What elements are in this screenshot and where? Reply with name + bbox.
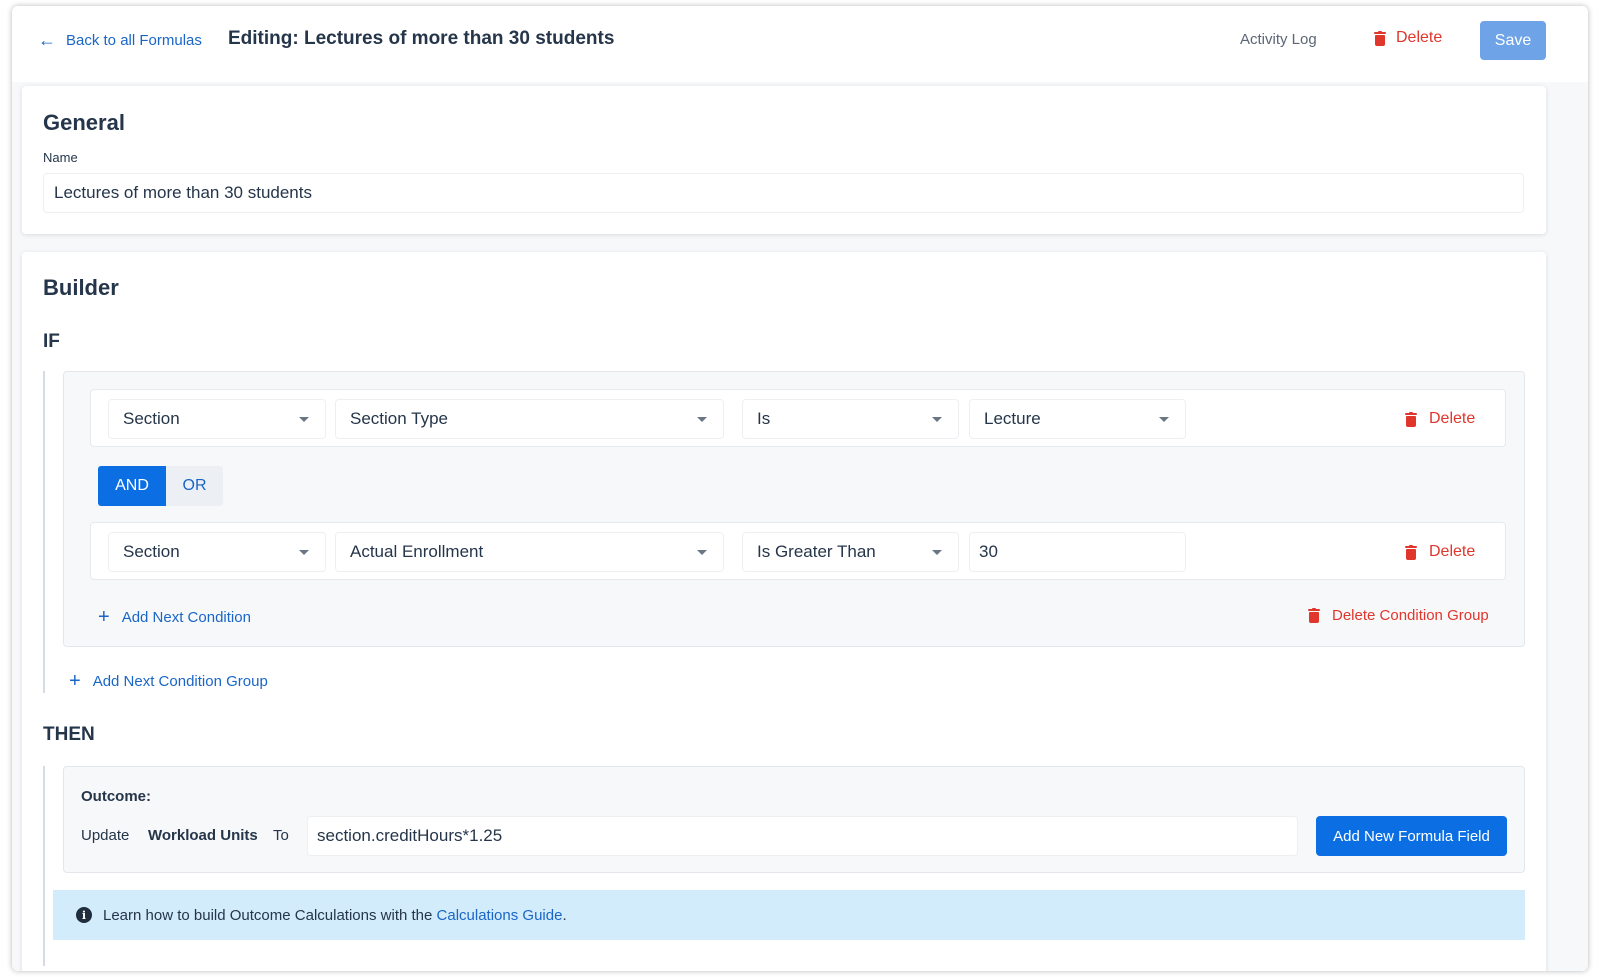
info-icon: i xyxy=(76,907,92,923)
save-button[interactable]: Save xyxy=(1480,21,1546,60)
delete-condition-button[interactable]: Delete xyxy=(1405,410,1475,428)
delete-condition-group-button[interactable]: Delete Condition Group xyxy=(1308,607,1489,624)
info-suffix: . xyxy=(562,906,567,924)
plus-icon: + xyxy=(69,670,81,692)
delete-label: Delete xyxy=(1429,410,1476,427)
back-to-formulas-link[interactable]: ← Back to all Formulas xyxy=(38,31,202,49)
info-text: Learn how to build Outcome Calculations … xyxy=(103,907,567,924)
if-rail xyxy=(43,371,45,693)
info-banner: i Learn how to build Outcome Calculation… xyxy=(53,890,1525,940)
value-select[interactable]: Lecture xyxy=(969,399,1186,439)
name-label: Name xyxy=(43,150,78,165)
field-select[interactable]: Section Type xyxy=(335,399,724,439)
outcome-title: Outcome: xyxy=(81,788,152,805)
caret-down-icon xyxy=(932,550,942,555)
caret-down-icon xyxy=(697,550,707,555)
field-select[interactable]: Actual Enrollment xyxy=(335,532,724,572)
header-bar: ← Back to all Formulas Editing: Lectures… xyxy=(12,6,1588,82)
then-label: THEN xyxy=(43,724,95,745)
or-toggle-button[interactable]: OR xyxy=(166,466,223,506)
update-label: Update xyxy=(81,827,130,844)
outcome-target: Workload Units xyxy=(148,827,258,844)
name-input[interactable]: Lectures of more than 30 students xyxy=(43,173,1524,213)
general-heading: General xyxy=(43,110,125,135)
caret-down-icon xyxy=(299,550,309,555)
operator-select[interactable]: Is xyxy=(742,399,959,439)
add-condition-label: Add Next Condition xyxy=(121,608,251,626)
if-label: IF xyxy=(43,331,60,352)
trash-icon xyxy=(1374,30,1386,46)
delete-formula-button[interactable]: Delete xyxy=(1374,29,1442,47)
condition-row: Section Actual Enrollment Is Greater Tha… xyxy=(90,522,1506,580)
field-value: Actual Enrollment xyxy=(350,542,484,561)
arrow-left-icon: ← xyxy=(38,30,56,50)
add-new-formula-field-button[interactable]: Add New Formula Field xyxy=(1316,816,1507,856)
add-next-condition-group-button[interactable]: + Add Next Condition Group xyxy=(69,671,268,691)
entity-select[interactable]: Section xyxy=(108,399,326,439)
value-input[interactable]: 30 xyxy=(969,532,1186,572)
delete-label: Delete xyxy=(1396,29,1443,46)
caret-down-icon xyxy=(697,417,707,422)
calculations-guide-link[interactable]: Calculations Guide xyxy=(437,907,563,924)
condition-row: Section Section Type Is Lecture Delete xyxy=(90,389,1506,447)
trash-icon xyxy=(1405,544,1417,560)
entity-value: Section xyxy=(123,542,180,561)
builder-heading: Builder xyxy=(43,275,119,300)
entity-value: Section xyxy=(123,409,180,428)
operator-value: Is Greater Than xyxy=(757,542,876,561)
trash-icon xyxy=(1405,411,1417,427)
then-rail xyxy=(43,766,45,966)
caret-down-icon xyxy=(932,417,942,422)
page-title: Editing: Lectures of more than 30 studen… xyxy=(228,28,615,49)
condition-group: Section Section Type Is Lecture Delete A… xyxy=(63,371,1525,647)
app-window: ← Back to all Formulas Editing: Lectures… xyxy=(12,6,1588,971)
operator-value: Is xyxy=(757,409,771,428)
field-value: Section Type xyxy=(350,409,448,428)
delete-condition-button[interactable]: Delete xyxy=(1405,543,1475,561)
logic-toggle: AND OR xyxy=(98,466,223,506)
activity-log-link[interactable]: Activity Log xyxy=(1240,31,1317,48)
caret-down-icon xyxy=(299,417,309,422)
caret-down-icon xyxy=(1159,417,1169,422)
general-card: General Name Lectures of more than 30 st… xyxy=(22,86,1546,234)
and-toggle-button[interactable]: AND xyxy=(98,466,166,506)
delete-label: Delete xyxy=(1429,543,1476,560)
add-group-label: Add Next Condition Group xyxy=(92,672,268,690)
operator-select[interactable]: Is Greater Than xyxy=(742,532,959,572)
delete-group-label: Delete Condition Group xyxy=(1332,607,1489,624)
trash-icon xyxy=(1308,608,1320,623)
plus-icon: + xyxy=(98,606,110,628)
to-label: To xyxy=(273,827,289,844)
back-link-label: Back to all Formulas xyxy=(66,31,202,49)
formula-input[interactable]: section.creditHours*1.25 xyxy=(307,816,1298,856)
value-value: Lecture xyxy=(984,409,1041,428)
entity-select[interactable]: Section xyxy=(108,532,326,572)
outcome-box: Outcome: Update Workload Units To sectio… xyxy=(63,766,1525,873)
info-message: Learn how to build Outcome Calculations … xyxy=(103,906,433,924)
builder-card: Builder IF Section Section Type Is Lectu xyxy=(22,252,1546,971)
add-next-condition-button[interactable]: + Add Next Condition xyxy=(98,607,251,627)
